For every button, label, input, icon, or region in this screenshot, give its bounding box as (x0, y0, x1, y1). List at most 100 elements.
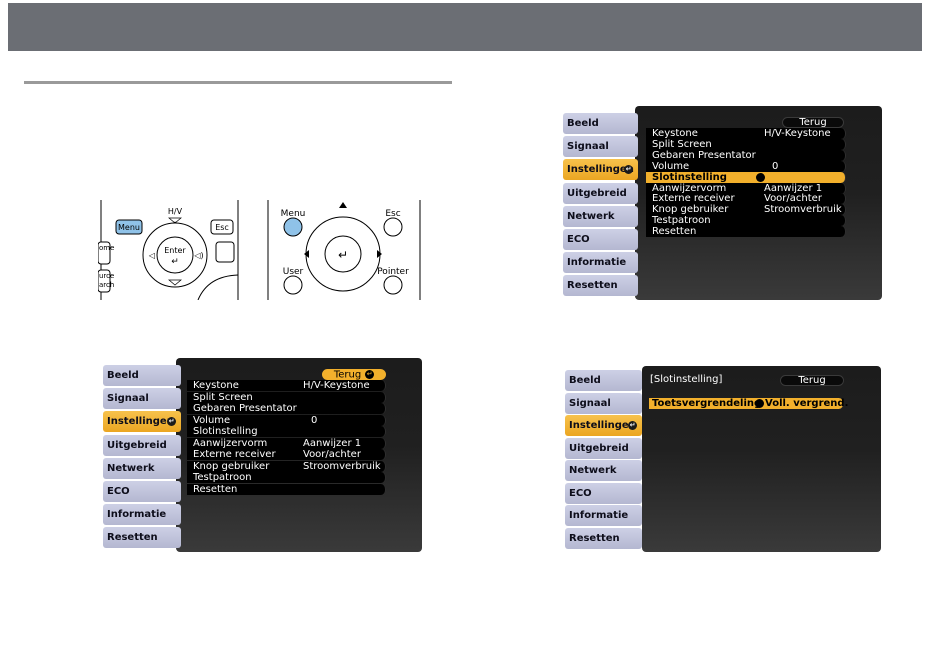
menu-item-externe-receiver[interactable]: Externe receiver Voor/achter (646, 193, 846, 205)
tab-beeld[interactable]: Beeld (565, 370, 642, 391)
menu-item-volume[interactable]: Volume 0 (187, 414, 386, 426)
menu-item-label: Toetsvergrendeling (652, 398, 762, 409)
menu-item-label: Knop gebruiker (193, 460, 270, 472)
back-button[interactable]: Terug ↵ (322, 369, 386, 380)
tab-uitgebreid[interactable]: Uitgebreid (565, 437, 642, 459)
enter-icon: ↵ (628, 421, 637, 430)
tab-label: Uitgebreid (107, 439, 167, 451)
back-button[interactable]: Terug (780, 375, 844, 386)
svg-text:urce: urce (99, 272, 114, 280)
menu-item-label: Testpatroon (193, 472, 252, 483)
menu-item-split-screen[interactable]: Split Screen (646, 138, 846, 150)
tab-eco[interactable]: ECO (563, 229, 638, 250)
menu-item-value: 0 (772, 160, 779, 172)
tab-uitgebreid[interactable]: Uitgebreid (103, 434, 181, 456)
tab-informatie[interactable]: Informatie (565, 505, 642, 526)
tab-label: Informatie (569, 510, 629, 521)
menu-item-label: Gebaren Presentator (652, 149, 756, 161)
tab-eco[interactable]: ECO (103, 481, 181, 502)
submenu-title: [Slotinstelling] (650, 374, 723, 385)
menu-item-label: Volume (652, 160, 690, 172)
tab-label: Informatie (107, 509, 167, 521)
tab-label: Beeld (569, 375, 601, 386)
menu-item-aanwijzervorm[interactable]: Aanwijzervorm Aanwijzer 1 (646, 182, 846, 194)
menu-item-gebaren-presentator[interactable]: Gebaren Presentator (646, 149, 846, 161)
svg-text:Esc: Esc (385, 209, 400, 219)
tab-netwerk[interactable]: Netwerk (565, 460, 642, 481)
menu-item-slotinstelling[interactable]: Slotinstelling (187, 426, 386, 437)
menu-item-value: Aanwijzer 1 (303, 437, 362, 449)
tab-instellingen[interactable]: Instellingen ↵ (563, 159, 638, 181)
menu-item-label: Resetten (652, 226, 697, 238)
tab-label: Resetten (567, 280, 618, 292)
menu-item-testpatroon[interactable]: Testpatroon (187, 472, 386, 483)
tab-label: Netwerk (567, 210, 615, 222)
tab-label: Resetten (107, 532, 158, 544)
menu-item-value: Aanwijzer 1 (764, 182, 823, 194)
menu-item-value: H/V-Keystone (303, 380, 370, 391)
menu-item-label: Split Screen (193, 391, 253, 403)
menu-item-toetsvergrendeling[interactable]: Toetsvergrendeling ↵ Voll. vergrend. (649, 398, 848, 409)
back-button-label: Terug (799, 117, 827, 128)
menu-item-knop-gebruiker[interactable]: Knop gebruiker Stroomverbruik (187, 460, 386, 472)
menu-item-label: Split Screen (652, 138, 712, 150)
tab-label: Instellingen (107, 416, 174, 428)
tab-label: Uitgebreid (567, 187, 627, 199)
tab-signaal[interactable]: Signaal (563, 136, 638, 158)
tab-label: Netwerk (107, 462, 155, 474)
tab-uitgebreid[interactable]: Uitgebreid (563, 182, 638, 204)
menu-item-slotinstelling[interactable]: Slotinstelling ↵ (646, 171, 846, 183)
back-button[interactable]: Terug (782, 117, 844, 128)
remote-control-illustration: Menu H/V Esc Enter ↵ ◁ ◁) ome urce arch … (98, 200, 421, 300)
enter-icon: ↵ (167, 417, 176, 427)
tab-eco[interactable]: ECO (565, 482, 642, 504)
tab-label: ECO (569, 487, 592, 499)
menu-item-label: Keystone (652, 128, 698, 139)
back-button-label: Terug (333, 369, 362, 381)
svg-text:↵: ↵ (171, 257, 179, 267)
tab-label: Beeld (567, 118, 599, 129)
tab-signaal[interactable]: Signaal (565, 392, 642, 414)
svg-text:ome: ome (99, 244, 114, 252)
menu-item-externe-receiver[interactable]: Externe receiver Voor/achter (187, 449, 386, 460)
tab-label: Informatie (567, 257, 627, 269)
tab-informatie[interactable]: Informatie (103, 504, 181, 526)
menu-item-value: Stroomverbruik (764, 204, 842, 216)
tab-label: Instellingen (569, 420, 636, 431)
menu-item-split-screen[interactable]: Split Screen (187, 391, 386, 403)
menu-item-testpatroon[interactable]: Testpatroon (646, 215, 846, 227)
menu-item-keystone[interactable]: Keystone H/V-Keystone (187, 380, 386, 391)
projector-menu-slotinstelling-selected: Beeld Signaal Instellingen ↵ Uitgebreid Netwe… (560, 106, 882, 300)
menu-item-label: Aanwijzervorm (193, 437, 268, 449)
tab-netwerk[interactable]: Netwerk (103, 457, 181, 479)
tab-label: Beeld (107, 370, 139, 381)
menu-item-gebaren-presentator[interactable]: Gebaren Presentator (187, 403, 386, 414)
svg-text:H/V: H/V (168, 207, 183, 216)
menu-item-value: Voll. vergrend. (765, 398, 849, 409)
menu-item-label: Externe receiver (652, 193, 735, 205)
enter-icon: ↵ (365, 370, 375, 379)
tab-resetten[interactable]: Resetten (103, 527, 181, 549)
menu-item-volume[interactable]: Volume 0 (646, 160, 846, 172)
menu-item-resetten[interactable]: Resetten (187, 483, 386, 495)
tab-informatie[interactable]: Informatie (563, 252, 638, 274)
menu-item-label: Aanwijzervorm (652, 182, 727, 194)
tab-label: Signaal (569, 397, 611, 409)
svg-text:Esc: Esc (215, 223, 229, 232)
tab-beeld[interactable]: Beeld (103, 365, 181, 386)
tab-signaal[interactable]: Signaal (103, 388, 181, 410)
tab-label: Signaal (107, 393, 149, 405)
menu-item-value: Voor/achter (764, 193, 822, 205)
menu-item-knop-gebruiker[interactable]: Knop gebruiker Stroomverbruik (646, 204, 846, 216)
tab-label: Uitgebreid (569, 442, 629, 454)
tab-netwerk[interactable]: Netwerk (563, 205, 638, 227)
menu-item-keystone[interactable]: Keystone H/V-Keystone (646, 128, 846, 139)
tab-instellingen[interactable]: Instellingen ↵ (103, 411, 181, 433)
tab-resetten[interactable]: Resetten (563, 275, 638, 297)
tab-beeld[interactable]: Beeld (563, 113, 638, 134)
tab-resetten[interactable]: Resetten (565, 527, 642, 549)
menu-item-resetten[interactable]: Resetten (646, 226, 846, 238)
tab-instellingen[interactable]: Instellingen ↵ (565, 415, 642, 436)
menu-item-aanwijzervorm[interactable]: Aanwijzervorm Aanwijzer 1 (187, 437, 386, 449)
menu-item-label: Slotinstelling (193, 426, 258, 437)
